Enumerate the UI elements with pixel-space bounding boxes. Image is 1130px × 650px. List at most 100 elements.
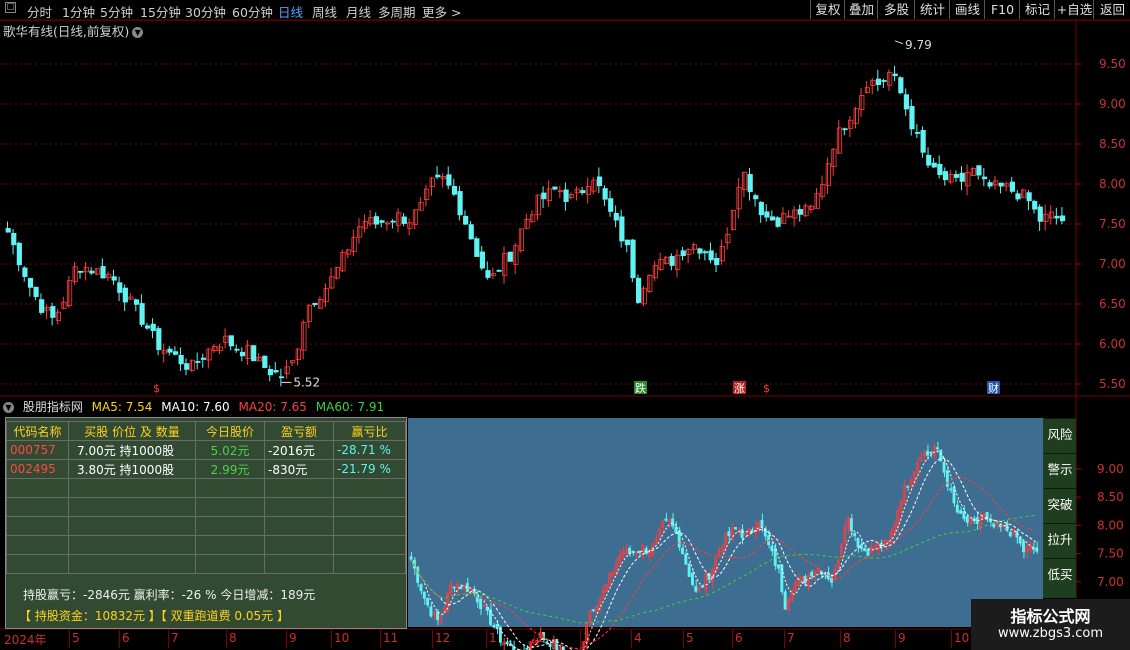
date-label: 12 (435, 631, 451, 645)
candle-body (390, 220, 396, 223)
candle-body (422, 591, 426, 599)
candle-body (1020, 189, 1027, 199)
toolbar-button[interactable]: 返回 (1093, 0, 1130, 19)
toolbar-button[interactable]: F10 (984, 0, 1020, 19)
period-tab[interactable]: 5分钟 (100, 2, 133, 21)
candle-body (902, 485, 906, 505)
candle-body (652, 265, 658, 279)
candle-body (462, 584, 466, 590)
candle-body (803, 576, 807, 584)
candle-body (700, 585, 704, 588)
y-tick-label: 6.50 (1099, 297, 1126, 311)
candle-body (396, 212, 402, 226)
ma-line (409, 457, 1037, 650)
current-price: 2.99元 (195, 459, 265, 479)
candle-body (1048, 211, 1055, 219)
side-button[interactable]: 警示 (1044, 453, 1076, 486)
candle-body (262, 355, 268, 368)
candle-body (909, 479, 913, 487)
period-tab[interactable]: 更多 > (422, 2, 461, 21)
period-tab[interactable]: 30分钟 (185, 2, 226, 21)
candle-body (557, 190, 564, 193)
candle-body (239, 351, 246, 357)
candle-body (981, 176, 988, 180)
toolbar-button[interactable]: 复权 (810, 0, 845, 19)
date-label: 9 (289, 631, 297, 645)
period-tab[interactable]: 1分钟 (62, 2, 95, 21)
toolbar-button[interactable]: 标记 (1019, 0, 1055, 19)
side-button[interactable]: 突破 (1044, 488, 1076, 521)
buy-info: 3.80元 持1000股 (68, 459, 196, 479)
pin-icon[interactable]: ▢ (5, 2, 16, 13)
table-row (6, 478, 406, 498)
stock-code[interactable]: 000757 (6, 440, 69, 460)
candle-body (563, 189, 569, 202)
period-tab[interactable]: 日线 (278, 2, 303, 21)
candle-body (267, 369, 273, 376)
date-label: 3 (583, 631, 591, 645)
period-tab[interactable]: 多周期 (378, 2, 416, 21)
candle-body (859, 544, 863, 550)
candle-body (1060, 215, 1066, 222)
table-row[interactable]: 002495 3.80元 持1000股 2.99元 -830元 -21.79 % (6, 459, 406, 479)
candle-body (1012, 529, 1016, 536)
candle-body (767, 535, 771, 546)
side-button[interactable]: 风险 (1044, 418, 1076, 451)
stock-code[interactable]: 002495 (6, 459, 69, 479)
chart-title: 歌华有线(日线,前复权) ▼ (3, 21, 144, 40)
period-tab[interactable]: 周线 (312, 2, 337, 21)
toolbar-button[interactable]: 画线 (949, 0, 985, 19)
candle-body (446, 593, 449, 612)
side-button[interactable]: 拉升 (1044, 523, 1076, 556)
profit-loss: -830元 (264, 459, 334, 479)
period-tab[interactable]: 15分钟 (140, 2, 181, 21)
dropdown-icon[interactable]: ▼ (132, 27, 144, 38)
toolbar-button[interactable]: 叠加 (844, 0, 878, 19)
candle-body (513, 245, 519, 265)
period-tab[interactable]: 60分钟 (232, 2, 273, 21)
candle-body (814, 193, 820, 209)
candle-body (694, 586, 698, 592)
candle-body (278, 376, 285, 379)
candle-body (820, 184, 826, 197)
period-tab[interactable]: 分时 (27, 2, 52, 21)
candle-body (719, 245, 725, 262)
candle-body (172, 351, 179, 355)
candle-body (117, 282, 123, 293)
collapse-icon[interactable]: ▼ (3, 402, 14, 413)
candle-body (810, 572, 814, 577)
toolbar-button[interactable]: 多股 (877, 0, 915, 19)
table-row[interactable]: 000757 7.00元 持1000股 5.02元 -2016元 -28.71 … (6, 440, 406, 460)
candle-body (598, 598, 602, 609)
candle-body (312, 302, 318, 306)
candle-body (691, 244, 697, 250)
candle-body (949, 488, 953, 491)
candle-body (94, 268, 101, 275)
toolbar-button[interactable]: +自选 (1054, 0, 1094, 19)
candle-body (228, 335, 234, 347)
candle-body (825, 163, 831, 186)
candle-body (853, 108, 859, 124)
candle-body (594, 606, 598, 614)
period-tab[interactable]: 月线 (346, 2, 371, 21)
candle-body (89, 270, 95, 274)
logo-title: 指标公式网 (1010, 607, 1091, 626)
candle-body (524, 219, 530, 229)
candle-body (906, 485, 910, 488)
date-tick (683, 630, 684, 648)
candle-body (384, 222, 391, 225)
side-button[interactable]: 低买 (1044, 558, 1076, 591)
candle-body (687, 563, 691, 577)
candle-body (681, 547, 684, 555)
candle-body (379, 220, 385, 223)
candle-body (898, 77, 904, 94)
candle-body (808, 205, 815, 210)
candle-body (608, 198, 614, 212)
toolbar-button[interactable]: 统计 (914, 0, 950, 19)
candle-body (624, 239, 631, 246)
candle-body (720, 546, 724, 553)
candle-body (507, 251, 513, 262)
date-tick (286, 630, 287, 648)
candle-body (737, 529, 741, 532)
candle-body (541, 192, 547, 200)
